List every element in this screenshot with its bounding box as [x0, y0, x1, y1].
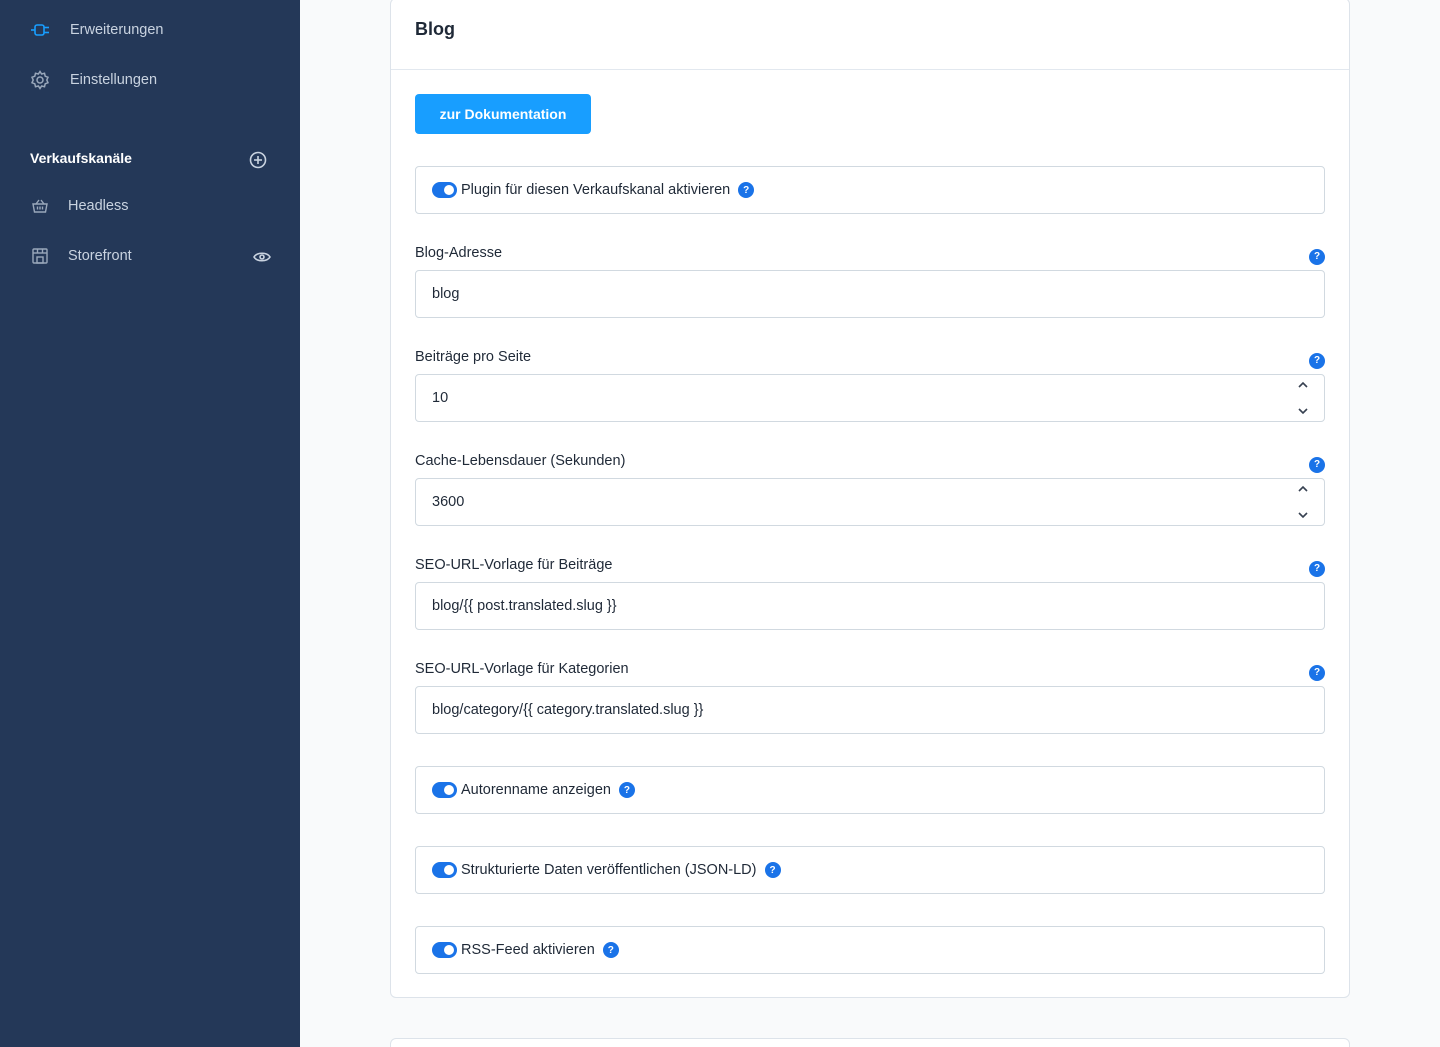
- add-sales-channel-icon[interactable]: [248, 150, 267, 169]
- help-icon[interactable]: ?: [1309, 456, 1325, 473]
- help-icon[interactable]: ?: [1309, 352, 1325, 369]
- help-icon[interactable]: ?: [602, 942, 619, 958]
- nav-settings[interactable]: Einstellungen: [30, 70, 157, 90]
- seo-url-posts-help: ?: [1309, 558, 1325, 577]
- rss-feed-label: RSS-Feed aktivieren: [461, 942, 595, 958]
- plugin-active-label: Plugin für diesen Verkaufskanal aktivier…: [461, 182, 731, 198]
- sidebar-item-headless[interactable]: Headless: [30, 196, 128, 216]
- posts-per-page-help: ?: [1309, 350, 1325, 369]
- card-divider: [391, 69, 1349, 70]
- structured-data-toggle-row: Strukturierte Daten veröffentlichen (JSO…: [415, 846, 1325, 894]
- cache-lifetime-help: ?: [1309, 454, 1325, 473]
- chevron-up-icon[interactable]: [1297, 381, 1309, 389]
- posts-per-page-input[interactable]: 10: [415, 374, 1325, 422]
- author-name-switch[interactable]: [432, 782, 457, 798]
- number-stepper[interactable]: [1296, 485, 1310, 519]
- sidebar-item-storefront[interactable]: Storefront: [30, 246, 132, 266]
- sales-channels-heading: Verkaufskanäle: [30, 150, 132, 166]
- storefront-icon: [30, 246, 50, 266]
- sidebar-item-headless-label: Headless: [68, 198, 129, 214]
- gear-icon: [30, 70, 50, 90]
- author-name-toggle-row: Autorenname anzeigen ?: [415, 766, 1325, 814]
- cache-lifetime-input[interactable]: 3600: [415, 478, 1325, 526]
- sidebar: Erweiterungen Einstellungen Verkaufskanä…: [0, 0, 300, 1047]
- help-icon[interactable]: ?: [1309, 664, 1325, 681]
- nav-extensions[interactable]: Erweiterungen: [30, 20, 164, 40]
- eye-icon[interactable]: [252, 249, 272, 265]
- rss-feed-toggle-row: RSS-Feed aktivieren ?: [415, 926, 1325, 974]
- nav-settings-label: Einstellungen: [70, 72, 158, 88]
- seo-url-categories-input[interactable]: blog/category/{{ category.translated.slu…: [415, 686, 1325, 734]
- next-card: [390, 1038, 1350, 1047]
- cache-lifetime-value: 3600: [432, 494, 465, 510]
- help-icon[interactable]: ?: [618, 782, 635, 798]
- rss-feed-switch[interactable]: [432, 942, 457, 958]
- seo-url-posts-label: SEO-URL-Vorlage für Beiträge: [415, 557, 613, 573]
- seo-url-categories-help: ?: [1309, 662, 1325, 681]
- documentation-button[interactable]: zur Dokumentation: [415, 94, 591, 134]
- cache-lifetime-label: Cache-Lebensdauer (Sekunden): [415, 453, 626, 469]
- basket-icon: [30, 196, 50, 216]
- card-title: Blog: [415, 19, 455, 39]
- sidebar-item-storefront-label: Storefront: [68, 248, 132, 264]
- seo-url-posts-value: blog/{{ post.translated.slug }}: [432, 598, 617, 614]
- help-icon[interactable]: ?: [764, 862, 781, 878]
- help-icon[interactable]: ?: [738, 182, 755, 198]
- author-name-label: Autorenname anzeigen: [461, 782, 611, 798]
- blog-settings-card: Blog zur Dokumentation Plugin für diesen…: [390, 0, 1350, 998]
- help-icon[interactable]: ?: [1309, 560, 1325, 577]
- posts-per-page-value: 10: [432, 390, 449, 406]
- plugin-active-toggle-row: Plugin für diesen Verkaufskanal aktivier…: [415, 166, 1325, 214]
- chevron-down-icon[interactable]: [1297, 511, 1309, 519]
- plugin-active-switch[interactable]: [432, 182, 457, 198]
- posts-per-page-label: Beiträge pro Seite: [415, 349, 532, 365]
- help-icon[interactable]: ?: [1309, 248, 1325, 265]
- blog-address-label: Blog-Adresse: [415, 245, 503, 261]
- seo-url-categories-label: SEO-URL-Vorlage für Kategorien: [415, 661, 629, 677]
- structured-data-switch[interactable]: [432, 862, 457, 878]
- chevron-down-icon[interactable]: [1297, 407, 1309, 415]
- blog-address-help: ?: [1309, 246, 1325, 265]
- nav-extensions-label: Erweiterungen: [70, 22, 164, 38]
- blog-address-input[interactable]: blog: [415, 270, 1325, 318]
- number-stepper[interactable]: [1296, 381, 1310, 415]
- blog-address-value: blog: [432, 286, 460, 302]
- plug-icon: [30, 20, 50, 40]
- structured-data-label: Strukturierte Daten veröffentlichen (JSO…: [461, 862, 757, 878]
- chevron-up-icon[interactable]: [1297, 485, 1309, 493]
- seo-url-posts-input[interactable]: blog/{{ post.translated.slug }}: [415, 582, 1325, 630]
- seo-url-categories-value: blog/category/{{ category.translated.slu…: [432, 702, 704, 718]
